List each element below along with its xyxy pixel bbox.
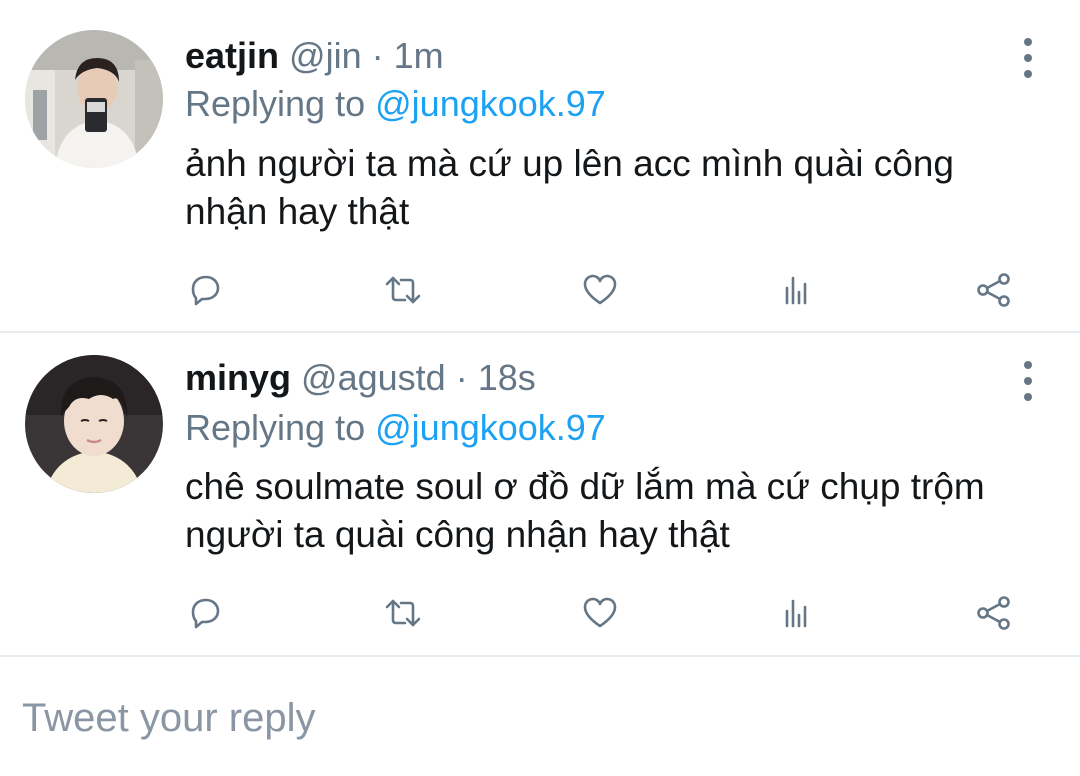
like-button[interactable] [578, 268, 622, 312]
retweet-icon [385, 276, 421, 304]
tweet-text: chê soulmate soul ơ đồ dữ lắm mà cứ chụp… [185, 466, 985, 555]
share-icon [977, 596, 1010, 630]
share-button[interactable] [972, 268, 1016, 312]
divider [0, 655, 1080, 657]
replying-to: Replying to @jungkook.97 [185, 406, 606, 450]
separator-dot: · [371, 35, 384, 76]
replying-prefix: Replying to [185, 407, 366, 448]
analytics-button[interactable] [774, 591, 818, 635]
tweet-header: minyg @agustd · 18s [185, 356, 536, 400]
reply-icon [191, 275, 220, 306]
retweet-button[interactable] [381, 591, 425, 635]
retweet-button[interactable] [381, 268, 425, 312]
user-handle: @jin [289, 35, 362, 76]
like-button[interactable] [578, 591, 622, 635]
tweet-header: eatjin @jin · 1m [185, 34, 444, 78]
like-icon [583, 274, 617, 305]
more-options-icon[interactable] [1018, 38, 1038, 78]
replying-prefix: Replying to [185, 83, 366, 124]
share-icon [977, 273, 1010, 307]
reply-button[interactable] [183, 591, 227, 635]
display-name[interactable]: minyg [185, 357, 291, 398]
share-button[interactable] [972, 591, 1016, 635]
display-name[interactable]: eatjin [185, 35, 279, 76]
reply-button[interactable] [183, 268, 227, 312]
more-options-icon[interactable] [1018, 361, 1038, 401]
analytics-icon [785, 276, 807, 305]
like-icon [583, 597, 617, 628]
reply-compose-input[interactable]: Tweet your reply [22, 694, 315, 742]
reply-icon [191, 598, 220, 629]
analytics-button[interactable] [774, 268, 818, 312]
user-handle: @agustd [301, 357, 446, 398]
tweet-actions [0, 268, 1080, 312]
separator-dot: · [455, 357, 468, 398]
avatar[interactable] [25, 30, 163, 168]
tweet-text: ảnh người ta mà cứ up lên acc mình quài … [185, 143, 955, 232]
timestamp[interactable]: 1m [394, 35, 444, 76]
tweet-item[interactable]: minyg @agustd · 18s Replying to @jungkoo… [0, 333, 1080, 655]
mention-link[interactable]: @jungkook.97 [375, 407, 606, 448]
retweet-icon [385, 599, 421, 627]
mention-link[interactable]: @jungkook.97 [375, 83, 606, 124]
tweet-item[interactable]: eatjin @jin · 1m Replying to @jungkook.9… [0, 0, 1080, 331]
replying-to: Replying to @jungkook.97 [185, 82, 606, 126]
analytics-icon [785, 599, 807, 628]
tweet-actions [0, 591, 1080, 635]
avatar[interactable] [25, 355, 163, 493]
timestamp[interactable]: 18s [478, 357, 536, 398]
